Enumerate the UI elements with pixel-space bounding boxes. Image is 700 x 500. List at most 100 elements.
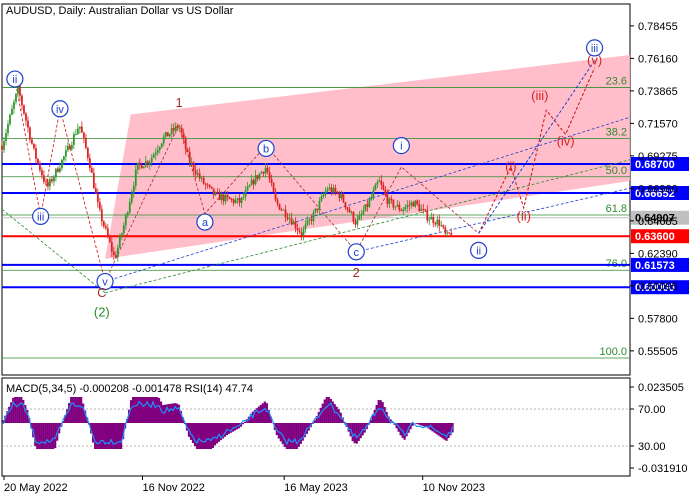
candle-body <box>432 216 435 224</box>
candle-body <box>154 152 157 155</box>
candle-body <box>390 198 393 201</box>
candle-body <box>414 200 417 207</box>
time-tick-label: 20 May 2022 <box>4 482 68 494</box>
candle-body <box>406 204 409 208</box>
indicator-label: MACD(5,34,5) -0.000208 -0.001478 RSI(14)… <box>6 383 253 395</box>
candle-body <box>108 236 111 242</box>
wave-label: (ii) <box>517 208 531 223</box>
candle-body <box>208 184 211 187</box>
candle-body <box>336 191 339 194</box>
candle-body <box>392 200 395 208</box>
candle-body <box>318 200 321 211</box>
level-badge-text: 0.61573 <box>635 260 675 272</box>
candle-body <box>254 175 257 185</box>
candle-body <box>352 212 355 222</box>
candle-body <box>380 180 383 185</box>
candle-body <box>376 182 379 185</box>
candle-body <box>23 105 25 114</box>
candle-body <box>104 226 107 229</box>
candle-body <box>116 247 119 258</box>
candle-body <box>232 199 235 203</box>
price-chart[interactable]: 23.638.250.061.876.0100.0 0.687000.66652… <box>0 0 700 500</box>
candle-body <box>15 93 17 102</box>
candle-body <box>324 191 327 196</box>
candle-body <box>150 157 153 163</box>
candle-body <box>264 167 267 174</box>
fib-label: 100.0 <box>599 346 627 358</box>
candle-body <box>144 161 147 167</box>
candle-body <box>436 219 439 225</box>
candle-body <box>152 154 155 158</box>
candle-body <box>382 184 385 190</box>
candle-body <box>440 225 443 227</box>
candle-body <box>194 170 197 175</box>
candle-body <box>31 139 33 144</box>
fib-label: 38.2 <box>606 127 627 139</box>
wave-label: (iv) <box>557 133 575 148</box>
candle-body <box>37 158 39 163</box>
candle-body <box>272 182 275 192</box>
candle-body <box>180 127 183 134</box>
candle-body <box>308 219 311 221</box>
candle-body <box>268 172 271 179</box>
channel-band <box>105 54 631 259</box>
candle-body <box>378 180 381 183</box>
candle-body <box>64 150 67 157</box>
price-tick-label: 0.71570 <box>638 118 678 130</box>
candle-body <box>266 167 269 173</box>
wave-label: (2) <box>94 305 110 320</box>
candle-body <box>21 95 23 106</box>
candle-body <box>344 202 347 208</box>
price-tick-label: 0.66980 <box>638 183 678 195</box>
candle-body <box>282 209 285 211</box>
candle-body <box>416 200 419 205</box>
trend-channel <box>105 54 631 259</box>
candle-body <box>430 216 433 220</box>
candle-body <box>260 171 263 174</box>
candle-body <box>346 207 349 210</box>
candle-body <box>362 211 365 214</box>
candle-body <box>61 159 63 169</box>
candle-body <box>280 209 283 211</box>
candle-body <box>312 212 315 221</box>
candle-body <box>424 209 427 211</box>
candle-body <box>398 204 401 210</box>
candle-body <box>334 187 337 192</box>
candle-body <box>11 108 13 115</box>
candle-body <box>356 219 359 225</box>
candle-body <box>242 196 245 198</box>
indicator-pane: MACD(5,34,5) -0.000208 -0.001478 RSI(14)… <box>2 382 688 475</box>
candle-body <box>88 158 91 169</box>
candle-body <box>35 148 37 159</box>
wave-label: (iii) <box>531 88 548 103</box>
indicator-tick-label: 70.00 <box>638 404 666 416</box>
candle-body <box>372 190 375 197</box>
candle-body <box>438 219 441 227</box>
candle-body <box>306 220 309 225</box>
candle-body <box>204 183 207 185</box>
candle-body <box>332 187 335 193</box>
candle-body <box>446 232 449 234</box>
candle-body <box>340 194 343 199</box>
candle-body <box>102 221 105 227</box>
candle-body <box>94 188 97 194</box>
candle-body <box>39 162 41 171</box>
candle-body <box>96 193 99 203</box>
time-tick-label: 10 Nov 2023 <box>423 482 485 494</box>
candle-body <box>70 144 73 150</box>
candle-body <box>450 233 453 236</box>
candle-body <box>122 225 125 234</box>
wave-label: (i) <box>505 159 517 174</box>
candle-body <box>444 227 447 234</box>
candle-body <box>244 190 247 197</box>
candle-body <box>142 166 145 169</box>
candle-body <box>408 204 411 206</box>
candle-body <box>192 162 195 171</box>
candle-body <box>78 126 81 129</box>
candle-body <box>422 208 425 210</box>
candle-body <box>172 128 175 131</box>
candle-body <box>53 177 55 182</box>
candle-body <box>404 207 407 210</box>
candle-body <box>162 136 165 144</box>
candle-body <box>218 192 221 201</box>
